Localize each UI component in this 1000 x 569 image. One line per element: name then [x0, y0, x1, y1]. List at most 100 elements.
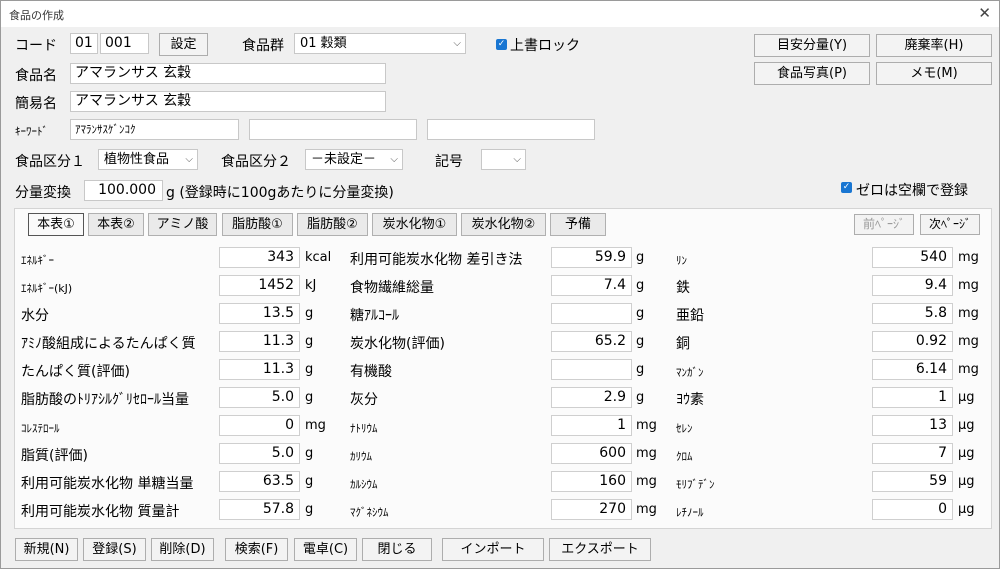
nutrient-value-input[interactable]: 57.8 [219, 499, 300, 520]
tab-carb-2[interactable]: 炭水化物② [461, 213, 546, 236]
nutrient-unit: mg [305, 418, 326, 433]
food-create-window: 食品の作成 ✕ コード 01 001 設定 食品群 01 穀類 ⌵ ✓ 上書ロッ… [0, 0, 1000, 569]
nutrient-value-input[interactable]: 11.3 [219, 359, 300, 380]
delete-button[interactable]: 削除(D) [151, 538, 214, 561]
import-button[interactable]: インポート [442, 538, 544, 561]
window-title: 食品の作成 [9, 9, 64, 22]
nutrient-unit: g [305, 390, 314, 405]
waste-rate-button[interactable]: 廃棄率(H) [876, 34, 992, 57]
nutrient-label: ﾅﾄﾘｳﾑ [350, 422, 378, 435]
food-photo-button[interactable]: 食品写真(P) [754, 62, 870, 85]
keyword1-input[interactable]: ｱﾏﾗﾝｻｽｹﾞﾝｺｸ [70, 119, 239, 140]
nutrient-value-input[interactable]: 160 [551, 471, 632, 492]
nutrient-unit: μg [958, 474, 975, 489]
nutrient-value-input[interactable] [551, 303, 632, 324]
amount-label: 分量変換 [15, 185, 71, 201]
overwrite-lock-checkbox[interactable]: ✓ [496, 39, 507, 50]
nutrient-unit: μg [958, 418, 975, 433]
nutrient-label: 食物繊維総量 [350, 280, 434, 296]
group-select[interactable]: 01 穀類 ⌵ [294, 33, 466, 54]
keyword2-input[interactable] [249, 119, 417, 140]
prev-page-button[interactable]: 前ﾍﾟｰｼﾞ [854, 214, 914, 235]
nutrient-label: 脂質(評価) [21, 448, 88, 464]
nutrient-label: 炭水化物(評価) [350, 336, 445, 352]
chevron-down-icon: ⌵ [390, 154, 398, 165]
nutrient-value-input[interactable]: 13.5 [219, 303, 300, 324]
nutrient-value-input[interactable]: 7.4 [551, 275, 632, 296]
keyword3-input[interactable] [427, 119, 595, 140]
nutrient-value-input[interactable]: 0 [219, 415, 300, 436]
zero-blank-checkbox[interactable]: ✓ [841, 182, 852, 193]
next-page-button[interactable]: 次ﾍﾟｰｼﾞ [920, 214, 980, 235]
tab-main-2[interactable]: 本表② [88, 213, 144, 236]
register-button[interactable]: 登録(S) [83, 538, 146, 561]
amount-input[interactable]: 100.000 [84, 180, 163, 201]
tab-fatty-acid-2[interactable]: 脂肪酸② [297, 213, 368, 236]
nutrient-label: ﾏｸﾞﾈｼｳﾑ [350, 506, 389, 519]
nutrient-value-input[interactable]: 343 [219, 247, 300, 268]
nutrient-value-input[interactable]: 540 [872, 247, 953, 268]
nutrient-label: 灰分 [350, 392, 378, 408]
code-label: コード [15, 38, 57, 54]
export-button[interactable]: エクスポート [549, 538, 651, 561]
set-button[interactable]: 設定 [159, 33, 208, 56]
nutrient-value-input[interactable]: 270 [551, 499, 632, 520]
new-button[interactable]: 新規(N) [15, 538, 78, 561]
nutrient-label: 糖ｱﾙｺｰﾙ [350, 308, 399, 324]
close-button[interactable]: 閉じる [362, 538, 432, 561]
nutrient-value-input[interactable]: 11.3 [219, 331, 300, 352]
nutrient-unit: μg [958, 390, 975, 405]
code2-input[interactable]: 001 [100, 33, 149, 54]
nutrient-value-input[interactable]: 5.8 [872, 303, 953, 324]
nutrient-value-input[interactable]: 0 [872, 499, 953, 520]
symbol-select[interactable]: ⌵ [481, 149, 526, 170]
nutrient-value-input[interactable]: 0.92 [872, 331, 953, 352]
nutrient-value-input[interactable]: 65.2 [551, 331, 632, 352]
nutrient-value-input[interactable]: 600 [551, 443, 632, 464]
nutrient-unit: g [636, 278, 645, 293]
memo-button[interactable]: メモ(M) [876, 62, 992, 85]
nutrient-value-input[interactable]: 5.0 [219, 443, 300, 464]
nutrient-label: 利用可能炭水化物 差引き法 [350, 252, 523, 268]
nutrient-value-input[interactable]: 6.14 [872, 359, 953, 380]
nutrient-value-input[interactable]: 13 [872, 415, 953, 436]
tab-amino-acid[interactable]: アミノ酸 [148, 213, 217, 236]
tab-reserve[interactable]: 予備 [550, 213, 606, 236]
nutrient-value-input[interactable]: 9.4 [872, 275, 953, 296]
close-icon[interactable]: ✕ [978, 4, 991, 22]
nutrient-value-input[interactable]: 7 [872, 443, 953, 464]
nutrient-label: ﾓﾘﾌﾞﾃﾞﾝ [676, 478, 715, 491]
category2-select[interactable]: －未設定－ ⌵ [305, 149, 403, 170]
calculator-button[interactable]: 電卓(C) [294, 538, 357, 561]
nutrient-value-input[interactable]: 1 [551, 415, 632, 436]
nutrient-unit: g [305, 306, 314, 321]
search-button[interactable]: 検索(F) [225, 538, 288, 561]
tab-main-1[interactable]: 本表① [28, 213, 84, 236]
nutrient-value-input[interactable]: 63.5 [219, 471, 300, 492]
category1-select[interactable]: 植物性食品 ⌵ [98, 149, 198, 170]
nutrient-label: ｸﾛﾑ [676, 450, 693, 463]
serving-button[interactable]: 目安分量(Y) [754, 34, 870, 57]
name-input[interactable]: アマランサス 玄穀 [70, 63, 386, 84]
nutrient-value-input[interactable]: 59.9 [551, 247, 632, 268]
nutrient-value-input[interactable]: 5.0 [219, 387, 300, 408]
nutrient-value-input[interactable]: 2.9 [551, 387, 632, 408]
nutrient-value-input[interactable]: 1452 [219, 275, 300, 296]
nutrient-value-input[interactable] [551, 359, 632, 380]
title-bar: 食品の作成 ✕ [1, 1, 999, 27]
nutrient-value-input[interactable]: 59 [872, 471, 953, 492]
nutrient-label: 有機酸 [350, 364, 392, 380]
tab-fatty-acid-1[interactable]: 脂肪酸① [222, 213, 293, 236]
chevron-down-icon: ⌵ [453, 38, 461, 49]
short-name-input[interactable]: アマランサス 玄穀 [70, 91, 386, 112]
category2-label: 食品区分２ [221, 154, 291, 170]
tab-carb-1[interactable]: 炭水化物① [372, 213, 457, 236]
nutrient-value-input[interactable]: 1 [872, 387, 953, 408]
nutrient-label: 銅 [676, 336, 690, 352]
code1-input[interactable]: 01 [70, 33, 98, 54]
nutrient-label: ｶﾙｼｳﾑ [350, 478, 378, 491]
nutrient-label: ﾘﾝ [676, 254, 687, 267]
nutrient-unit: mg [958, 306, 979, 321]
nutrient-label: 利用可能炭水化物 質量計 [21, 504, 180, 520]
nutrient-unit: mg [636, 502, 657, 517]
